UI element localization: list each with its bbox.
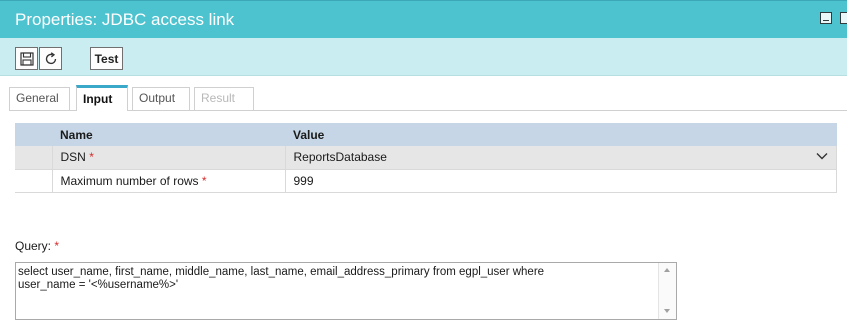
table-row[interactable]: DSN * ReportsDatabase xyxy=(15,146,837,170)
row-gutter-header xyxy=(15,123,52,146)
scroll-down-icon[interactable] xyxy=(664,309,670,313)
column-header-name: Name xyxy=(52,123,285,146)
query-label: Query: * xyxy=(15,239,59,253)
row-gutter xyxy=(15,169,53,193)
param-name: DSN xyxy=(60,150,86,165)
minimize-icon[interactable] xyxy=(820,12,832,24)
refresh-icon xyxy=(45,51,56,64)
query-scrollbar[interactable] xyxy=(658,263,676,319)
test-button[interactable]: Test xyxy=(90,47,123,70)
column-header-value: Value xyxy=(285,123,837,146)
required-marker: * xyxy=(89,150,94,165)
param-name-cell: DSN * xyxy=(52,146,286,170)
chevron-down-icon[interactable] xyxy=(816,152,828,160)
tab-bar: General Input Output Result xyxy=(9,85,847,111)
dsn-select[interactable]: ReportsDatabase xyxy=(285,146,837,170)
query-label-text: Query: xyxy=(15,239,52,253)
row-gutter xyxy=(15,146,53,170)
param-name: Maximum number of rows xyxy=(60,173,199,188)
save-icon xyxy=(19,51,34,66)
title-bar: Properties: JDBC access link xyxy=(0,0,847,38)
refresh-button[interactable] xyxy=(39,47,62,70)
required-marker: * xyxy=(201,173,207,188)
maximize-icon[interactable] xyxy=(840,12,847,24)
scroll-up-icon[interactable] xyxy=(664,268,670,272)
table-row[interactable]: Maximum number of rows * 999 xyxy=(15,169,837,193)
window-title: Properties: JDBC access link xyxy=(15,10,235,29)
param-name-cell: Maximum number of rows * xyxy=(52,169,286,193)
toolbar: Test xyxy=(0,38,847,76)
query-textarea[interactable]: select user_name, first_name, middle_nam… xyxy=(15,262,677,320)
save-button[interactable] xyxy=(15,47,38,70)
max-rows-input[interactable]: 999 xyxy=(285,169,837,193)
grid-header-row: Name Value xyxy=(15,123,837,146)
input-parameters-grid: Name Value DSN * ReportsDatabase Maximum… xyxy=(15,123,837,193)
query-line-1: select user_name, first_name, middle_nam… xyxy=(18,266,545,278)
tab-output[interactable]: Output xyxy=(132,87,190,110)
required-marker: * xyxy=(54,239,60,253)
query-line-2: user_name = '<%username%>' xyxy=(18,279,179,291)
dsn-value: ReportsDatabase xyxy=(293,150,387,165)
tab-result: Result xyxy=(194,87,254,110)
tab-general[interactable]: General xyxy=(9,87,70,110)
tab-input[interactable]: Input xyxy=(76,85,128,111)
